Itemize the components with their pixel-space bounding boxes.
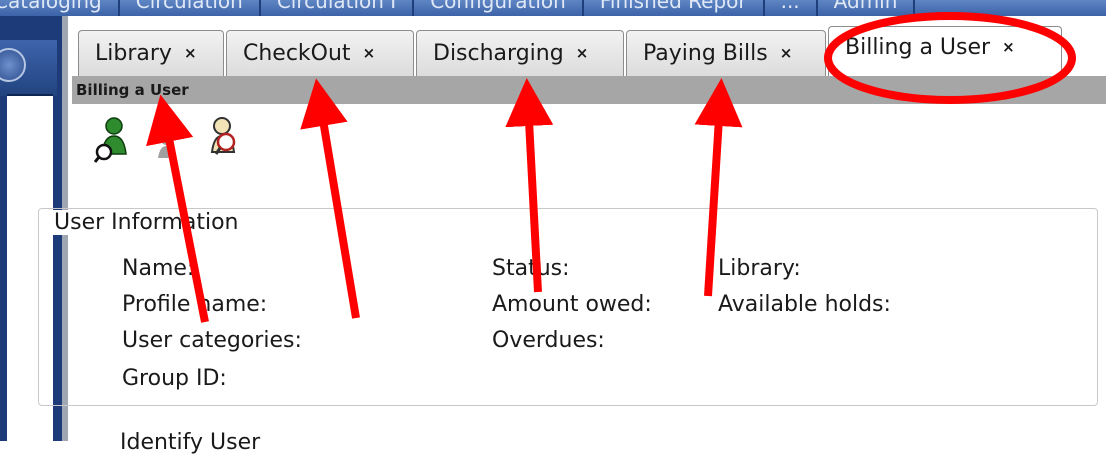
annotation-arrow-4 xyxy=(694,78,743,297)
annotation-overlay xyxy=(146,12,1076,323)
annotation-arrow-2 xyxy=(300,78,360,319)
annotation-arrow-3 xyxy=(505,78,554,293)
annotation-arrow-1 xyxy=(146,94,209,323)
highlight-ellipse xyxy=(824,12,1076,104)
